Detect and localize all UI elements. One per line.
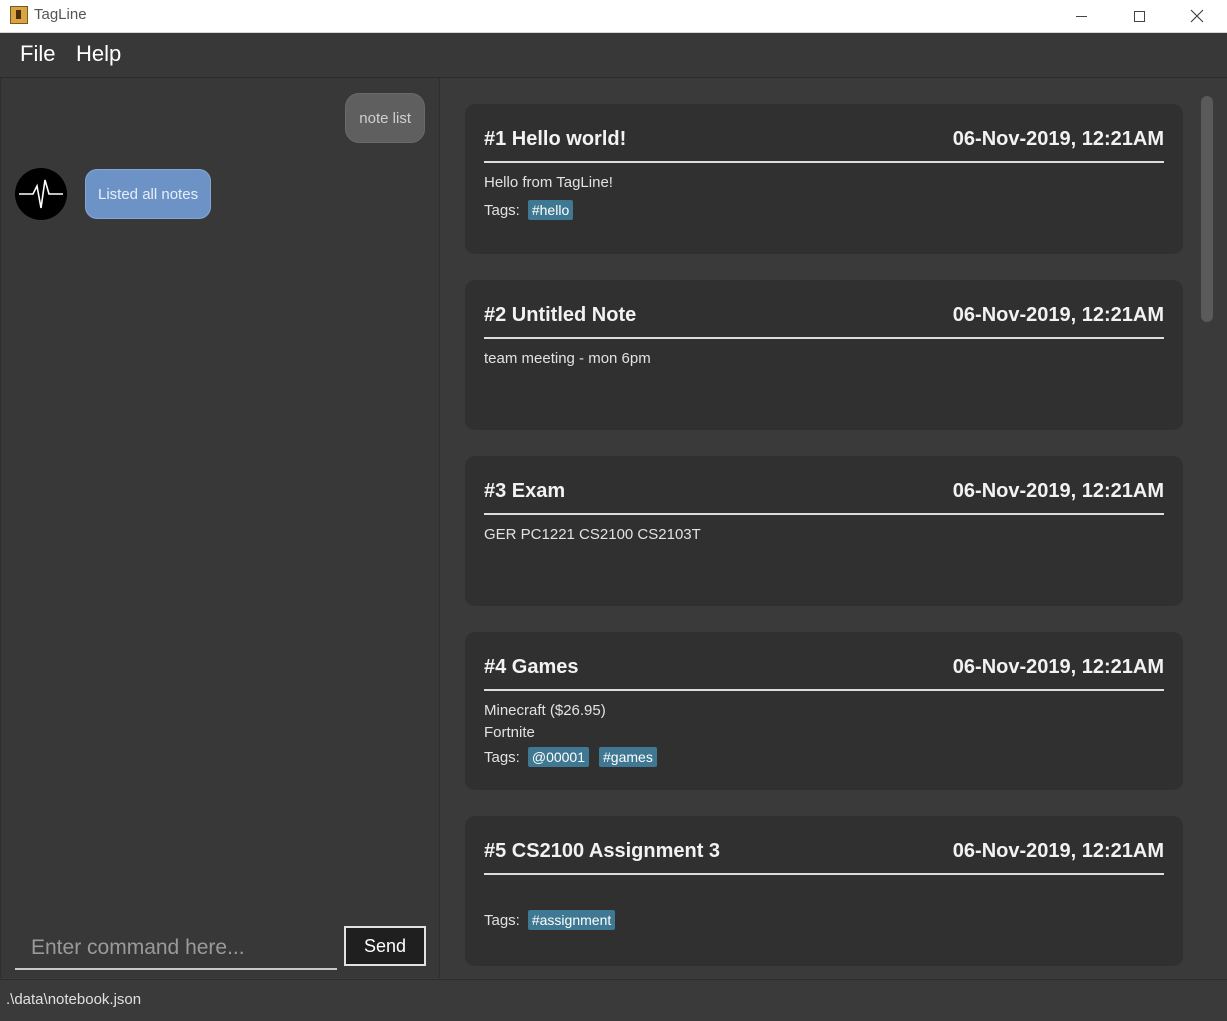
note-line: GER PC1221 CS2100 CS2103T	[484, 526, 701, 543]
note-date: 06-Nov-2019, 12:21AM	[952, 304, 1164, 326]
note-header: #3 Exam 06-Nov-2019, 12:21AM	[484, 477, 1164, 515]
note-line: Fortnite	[484, 724, 535, 741]
note-header: #1 Hello world! 06-Nov-2019, 12:21AM	[484, 125, 1164, 163]
note-content: Hello from TagLine!	[484, 172, 613, 194]
note-title: #4 Games	[484, 656, 579, 678]
note-tags: Tags: #assignment	[484, 910, 617, 930]
tag-badge[interactable]: #games	[599, 747, 657, 767]
tags-label: Tags:	[484, 201, 520, 219]
tags-label: Tags:	[484, 911, 520, 929]
send-button[interactable]: Send	[344, 926, 426, 966]
bot-message-bubble: Listed all notes	[85, 169, 212, 219]
note-date: 06-Nov-2019, 12:21AM	[952, 128, 1164, 150]
menu-bar: File Help	[0, 33, 1227, 78]
note-content: Minecraft ($26.95) Fortnite	[484, 700, 606, 744]
command-input[interactable]: Enter command here...	[15, 926, 337, 970]
title-bar: TagLine	[0, 0, 1227, 33]
note-tags: Tags: @00001 #games	[484, 747, 659, 767]
note-date: 06-Nov-2019, 12:21AM	[952, 656, 1164, 678]
note-card[interactable]: #3 Exam 06-Nov-2019, 12:21AM GER PC1221 …	[465, 456, 1183, 606]
note-title: #5 CS2100 Assignment 3	[484, 840, 721, 862]
note-tags: Tags: #hello	[484, 200, 575, 220]
menu-file[interactable]: File	[20, 41, 55, 67]
notes-pane: #1 Hello world! 06-Nov-2019, 12:21AM Hel…	[440, 78, 1227, 978]
note-card[interactable]: #4 Games 06-Nov-2019, 12:21AM Minecraft …	[465, 632, 1183, 790]
minimize-icon	[1075, 15, 1087, 17]
note-line: Minecraft ($26.95)	[484, 702, 606, 719]
app-icon	[10, 6, 28, 24]
menu-help[interactable]: Help	[76, 41, 121, 67]
chat-pane: note list Listed all notes Enter command…	[0, 78, 440, 978]
tag-badge[interactable]: #assignment	[527, 910, 616, 930]
note-title: #2 Untitled Note	[484, 304, 637, 326]
tag-badge[interactable]: #hello	[527, 200, 574, 220]
maximize-icon	[1133, 10, 1145, 22]
note-date: 06-Nov-2019, 12:21AM	[952, 840, 1164, 862]
note-card[interactable]: #2 Untitled Note 06-Nov-2019, 12:21AM te…	[465, 280, 1183, 430]
maximize-button[interactable]	[1110, 0, 1168, 32]
note-line: Hello from TagLine!	[484, 174, 613, 191]
note-card[interactable]: #5 CS2100 Assignment 3 06-Nov-2019, 12:2…	[465, 816, 1183, 966]
close-icon	[1190, 9, 1204, 23]
tags-label: Tags:	[484, 748, 520, 766]
heartbeat-icon	[19, 179, 63, 209]
note-title: #1 Hello world!	[484, 128, 627, 150]
close-button[interactable]	[1168, 0, 1226, 32]
data-file-path: .\data\notebook.json	[6, 991, 142, 1008]
note-card[interactable]: #1 Hello world! 06-Nov-2019, 12:21AM Hel…	[465, 104, 1183, 254]
user-message-bubble: note list	[345, 93, 425, 143]
minimize-button[interactable]	[1052, 0, 1110, 32]
note-header: #2 Untitled Note 06-Nov-2019, 12:21AM	[484, 301, 1164, 339]
bot-avatar	[15, 168, 67, 220]
tag-badge[interactable]: @00001	[527, 747, 590, 767]
window-title: TagLine	[34, 6, 87, 23]
note-content: GER PC1221 CS2100 CS2103T	[484, 524, 701, 546]
note-title: #3 Exam	[484, 480, 566, 502]
notes-scrollbar[interactable]	[1201, 96, 1213, 322]
note-header: #4 Games 06-Nov-2019, 12:21AM	[484, 653, 1164, 691]
note-header: #5 CS2100 Assignment 3 06-Nov-2019, 12:2…	[484, 837, 1164, 875]
note-line: team meeting - mon 6pm	[484, 350, 651, 367]
status-bar: .\data\notebook.json	[0, 979, 1227, 1021]
note-content: team meeting - mon 6pm	[484, 348, 651, 370]
note-date: 06-Nov-2019, 12:21AM	[952, 480, 1164, 502]
